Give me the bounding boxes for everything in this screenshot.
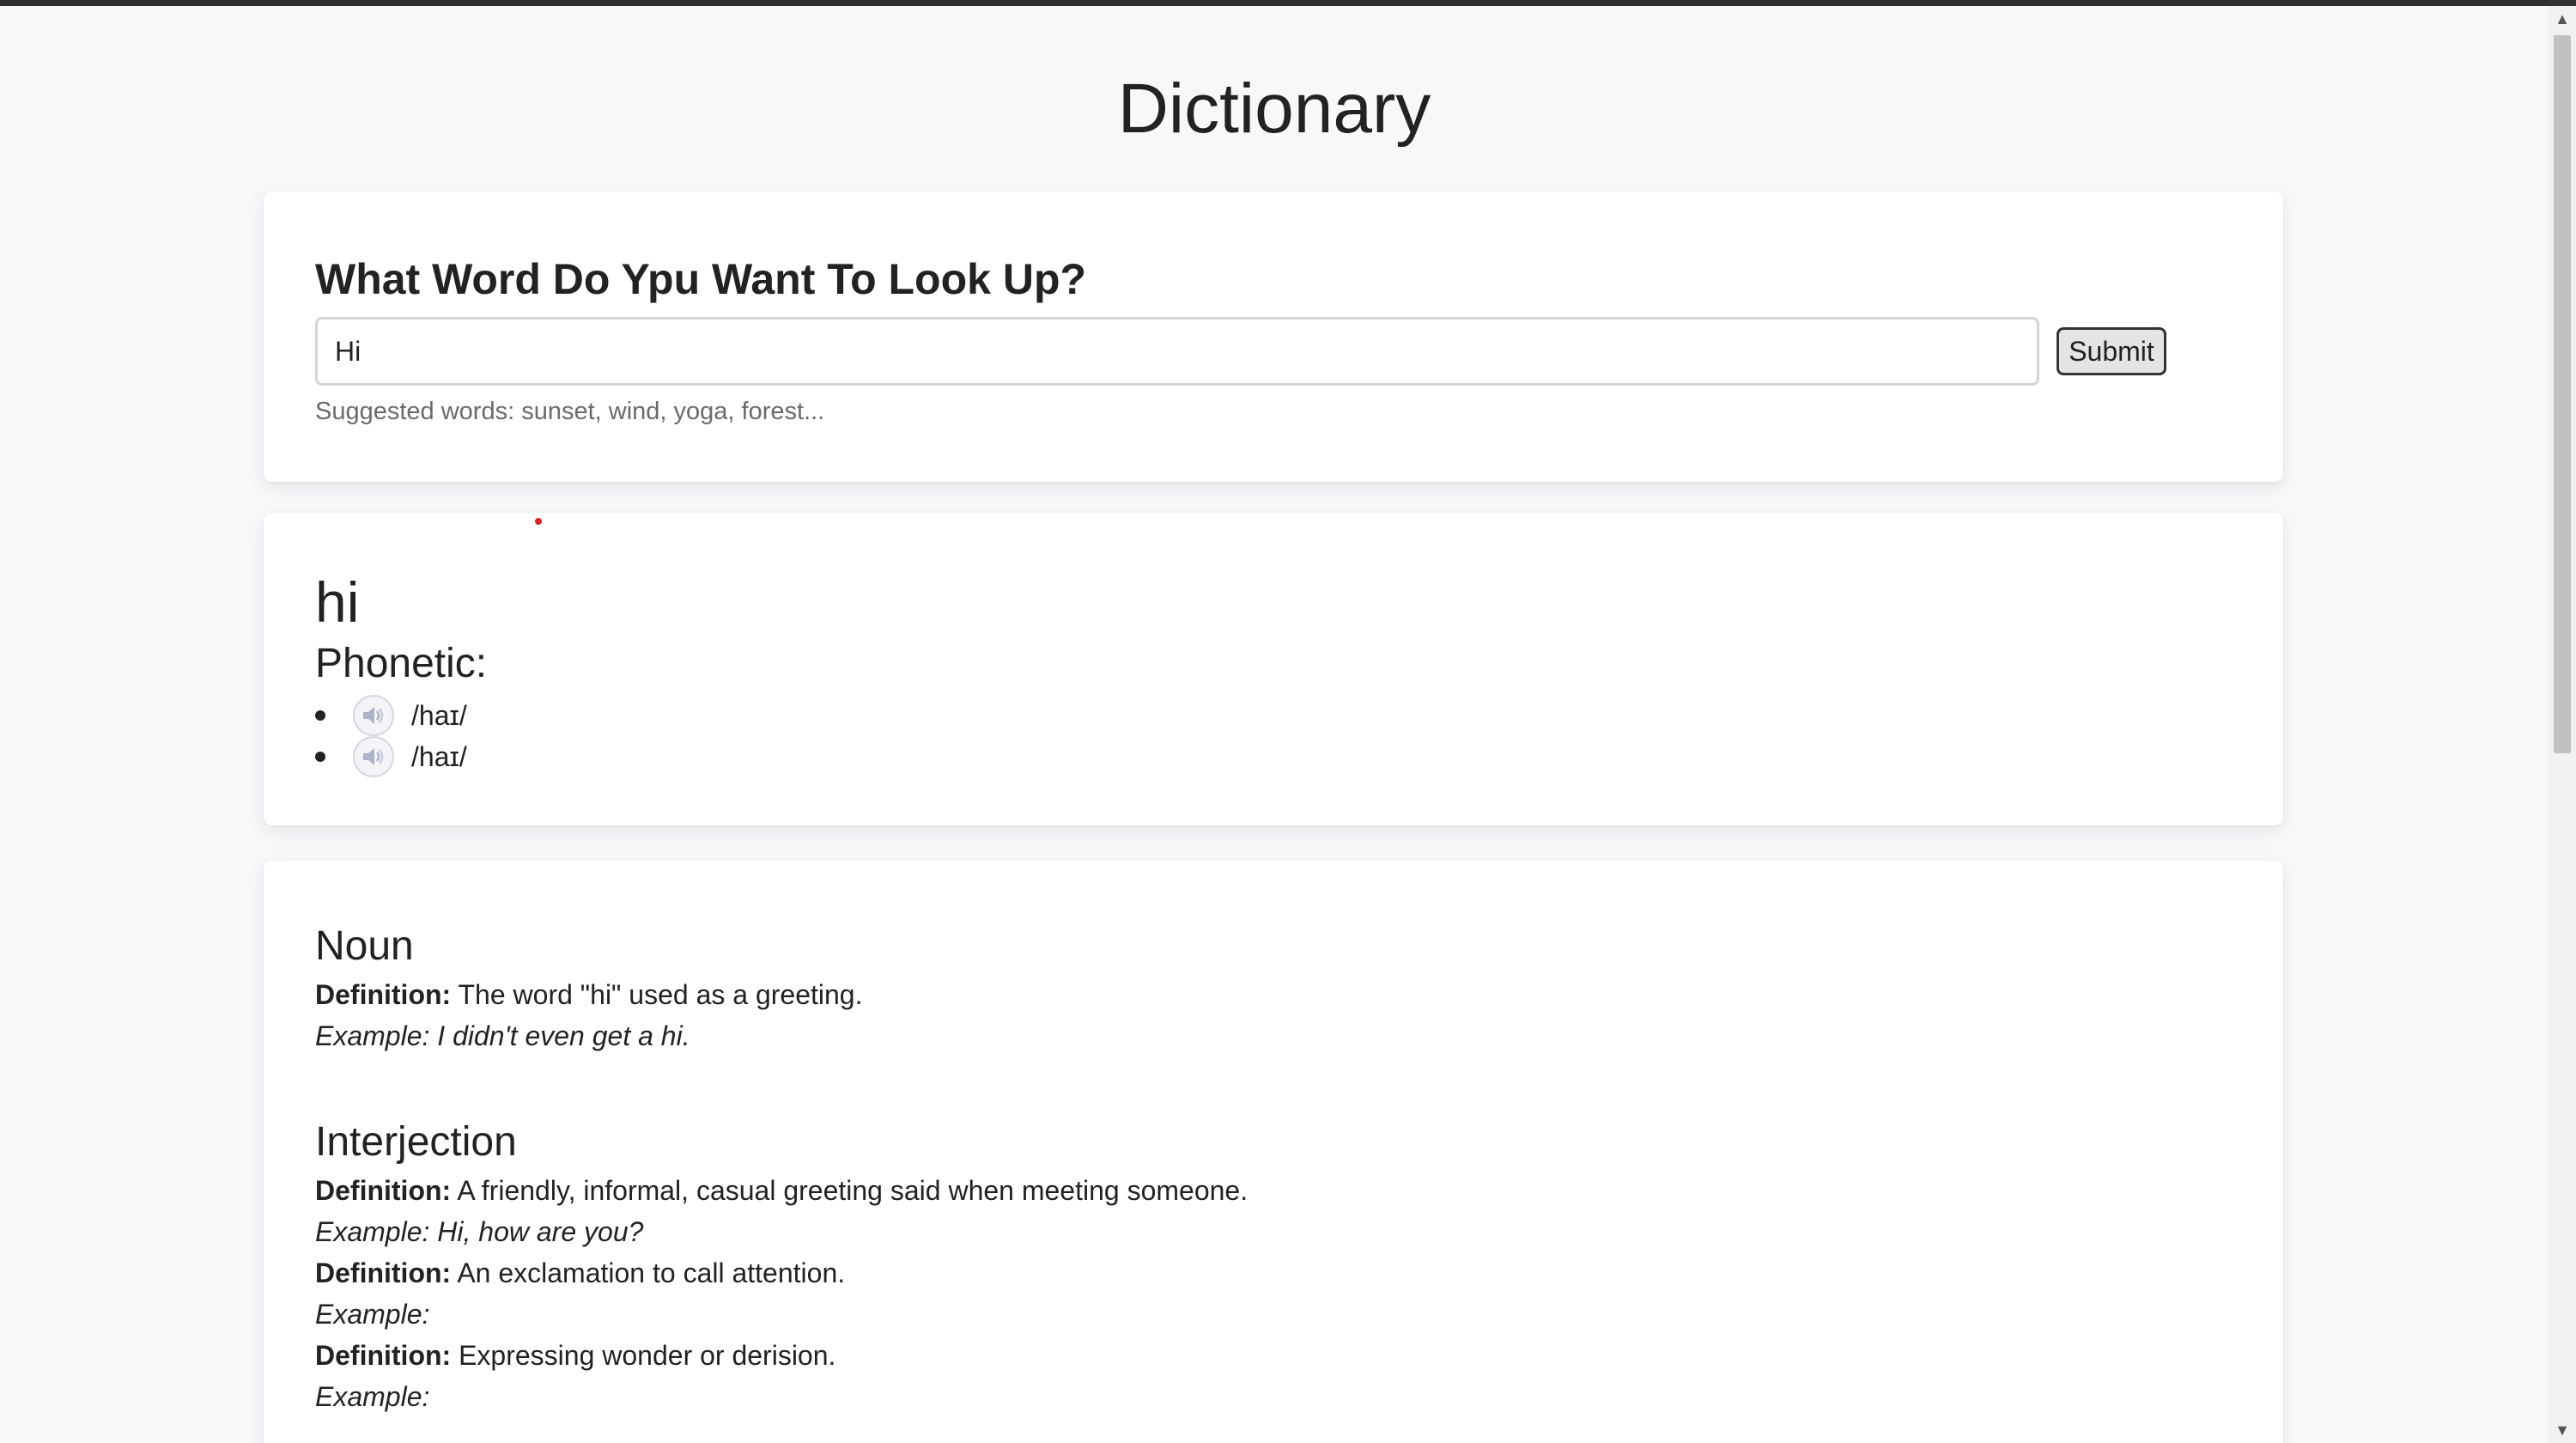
phonetic-item: /haɪ/: [315, 695, 467, 736]
definition-text: A friendly, informal, casual greeting sa…: [451, 1175, 1249, 1206]
scroll-down-arrow-icon[interactable]: ▼: [2549, 1417, 2576, 1443]
example: Example:: [315, 1299, 430, 1330]
example: Example:: [315, 1381, 430, 1412]
scroll-up-arrow-icon[interactable]: ▲: [2549, 6, 2576, 32]
part-of-speech: Noun: [315, 923, 414, 969]
meaning-noun: Noun Definition: The word "hi" used as a…: [315, 919, 862, 1056]
phonetic-label: Phonetic:: [315, 641, 488, 686]
bullet-icon: [315, 710, 325, 721]
search-heading: What Word Do Ypu Want To Look Up?: [315, 255, 1087, 303]
window-top-border: [0, 0, 2576, 6]
phonetic-list: /haɪ/ /haɪ/: [315, 695, 467, 777]
suggested-words: Suggested words: sunset, wind, yoga, for…: [315, 398, 825, 425]
definition-label: Definition:: [315, 979, 452, 1010]
definition: Definition: Expressing wonder or derisio…: [315, 1335, 1248, 1376]
definition-label: Definition:: [315, 1340, 452, 1371]
word-title: hi: [315, 570, 360, 634]
speaker-icon[interactable]: [353, 695, 394, 736]
search-input[interactable]: [315, 317, 2039, 386]
example: Example: I didn't even get a hi.: [315, 1020, 690, 1051]
cursor-dot: [535, 518, 542, 525]
speaker-icon[interactable]: [353, 736, 394, 777]
scroll-thumb[interactable]: [2554, 35, 2571, 753]
example: Example: Hi, how are you?: [315, 1216, 644, 1247]
definition-label: Definition:: [315, 1175, 452, 1206]
phonetic-text: /haɪ/: [411, 700, 467, 731]
bullet-icon: [315, 752, 325, 762]
phonetic-text: /haɪ/: [411, 741, 467, 772]
definition-label: Definition:: [315, 1257, 452, 1288]
definition-text: An exclamation to call attention.: [451, 1257, 846, 1288]
submit-button[interactable]: Submit: [2057, 327, 2166, 375]
definition: Definition: An exclamation to call atten…: [315, 1252, 1248, 1294]
definition-text: Expressing wonder or derision.: [451, 1340, 836, 1371]
definition: Definition: A friendly, informal, casual…: [315, 1170, 1248, 1211]
part-of-speech: Interjection: [315, 1119, 517, 1165]
definition-text: The word "hi" used as a greeting.: [451, 979, 863, 1010]
meaning-interjection: Interjection Definition: A friendly, inf…: [315, 1115, 1248, 1417]
page: Dictionary What Word Do Ypu Want To Look…: [0, 6, 2549, 1443]
definition: Definition: The word "hi" used as a gree…: [315, 974, 862, 1015]
scrollbar[interactable]: ▲ ▼: [2549, 6, 2576, 1443]
page-title: Dictionary: [1117, 70, 1431, 148]
meanings-card: Noun Definition: The word "hi" used as a…: [264, 861, 2283, 1443]
search-card: What Word Do Ypu Want To Look Up? Submit…: [264, 192, 2283, 482]
word-card: hi Phonetic: /haɪ/ /haɪ/: [264, 513, 2283, 825]
phonetic-item: /haɪ/: [315, 736, 467, 777]
